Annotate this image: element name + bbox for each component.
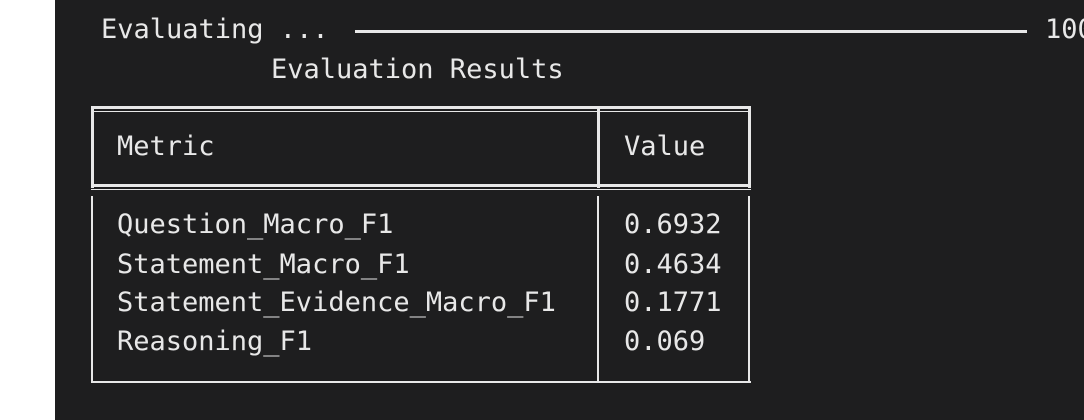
table-header-right-border [748,108,751,188]
table-row-value: 0.6932 [624,209,722,240]
table-header-separator-inner [91,189,751,190]
table-row-metric: Statement_Evidence_Macro_F1 [117,287,556,318]
table-row-metric: Statement_Macro_F1 [117,249,410,280]
terminal-window[interactable]: Evaluating ... 100 Evaluation Results Me… [55,0,1084,420]
column-header-value: Value [624,131,706,162]
window-margin [0,0,55,420]
progress-label: Evaluating ... [101,14,329,45]
table-row-metric: Reasoning_F1 [117,326,313,357]
table-row-value: 0.1771 [624,287,722,318]
table-header-left-border [91,108,94,188]
progress-bar [355,30,1027,33]
table-bottom-border [91,381,751,383]
table-body-left-border [91,196,93,383]
table-row-value: 0.069 [624,326,706,357]
table-body-right-border [748,196,750,383]
table-body-col-divider [597,196,599,383]
results-title: Evaluation Results [271,54,564,85]
table-row-value: 0.4634 [624,249,722,280]
table-row-metric: Question_Macro_F1 [117,209,394,240]
column-header-metric: Metric [117,131,215,162]
table-header-col-divider [597,108,600,188]
table-top-border-inner [91,111,751,112]
progress-percent: 100 [1045,14,1084,45]
table-header-separator [91,184,751,187]
table-top-border [91,106,751,109]
